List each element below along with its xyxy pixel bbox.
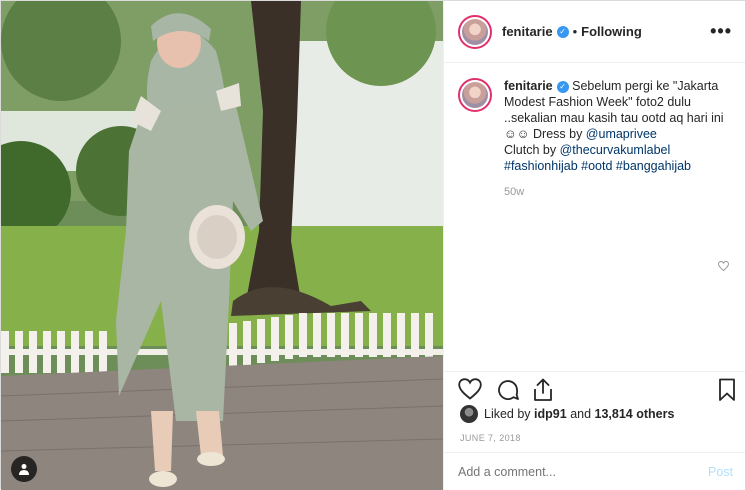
likes-and-label: and: [570, 407, 592, 421]
author-username[interactable]: fenitarie: [502, 24, 553, 39]
hashtag-link[interactable]: #fashionhijab: [504, 159, 578, 173]
post-date[interactable]: JUNE 7, 2018: [460, 433, 521, 443]
mention-link-thecurvakumlabel[interactable]: @thecurvakumlabel: [560, 143, 671, 157]
photo-illustration: [1, 1, 443, 490]
post-photo[interactable]: [1, 1, 443, 490]
caption-avatar[interactable]: [458, 78, 492, 112]
mention-link-umaprivee[interactable]: @umaprivee: [586, 127, 657, 141]
post-sidebar: fenitarie ✓ • Following ••• fenitarie ✓ S…: [443, 1, 745, 490]
caption-row: fenitarie ✓ Sebelum pergi ke "Jakarta Mod…: [458, 78, 731, 200]
likes-count-link[interactable]: 13,814 others: [595, 407, 675, 421]
action-bar: [444, 371, 745, 405]
author-avatar[interactable]: [458, 14, 492, 49]
comments-area: fenitarie ✓ Sebelum pergi ke "Jakarta Mod…: [444, 64, 745, 371]
comment-input[interactable]: [458, 464, 688, 479]
post-header: fenitarie ✓ • Following •••: [444, 1, 745, 63]
caption-timestamp[interactable]: 50w: [504, 184, 731, 200]
share-icon[interactable]: [532, 378, 554, 402]
heart-icon[interactable]: [458, 378, 482, 400]
hashtag-link[interactable]: #ootd: [581, 159, 612, 173]
liker-avatar[interactable]: [460, 405, 478, 423]
verified-badge-icon: ✓: [556, 25, 569, 38]
following-button[interactable]: Following: [581, 24, 642, 39]
user-tag-button[interactable]: [11, 456, 37, 482]
likes-summary: Liked by idp91 and 13,814 others: [460, 405, 674, 423]
more-options-icon[interactable]: •••: [710, 21, 732, 42]
user-tag-icon: [19, 464, 29, 475]
caption-body: fenitarie ✓ Sebelum pergi ke "Jakarta Mod…: [504, 78, 731, 200]
comment-like-heart-icon[interactable]: [718, 261, 729, 271]
instagram-post-modal: fenitarie ✓ • Following ••• fenitarie ✓ S…: [0, 0, 745, 490]
liked-by-label: Liked by: [484, 407, 531, 421]
liker-username[interactable]: idp91: [534, 407, 567, 421]
separator-dot: •: [572, 24, 578, 39]
caption-username[interactable]: fenitarie: [504, 79, 553, 93]
caption-text-2: Clutch by: [504, 143, 560, 157]
post-comment-button[interactable]: Post: [708, 465, 733, 479]
verified-badge-icon: ✓: [556, 81, 569, 93]
hashtag-link[interactable]: #banggahijab: [616, 159, 691, 173]
add-comment-bar: Post: [444, 452, 745, 490]
comment-bubble-icon[interactable]: [496, 378, 520, 402]
bookmark-icon[interactable]: [718, 378, 736, 402]
